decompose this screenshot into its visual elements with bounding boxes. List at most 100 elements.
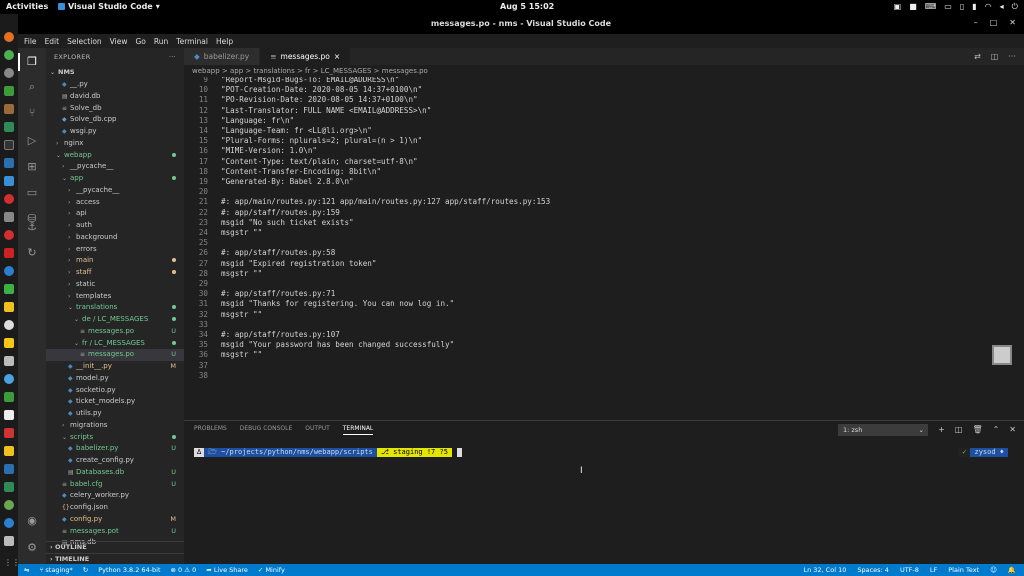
app-icon[interactable] [4, 356, 14, 366]
remote-explorer-icon[interactable]: ▭ [25, 186, 39, 200]
activities-button[interactable]: Activities [6, 2, 48, 11]
remote-icon[interactable]: ⇋ [24, 564, 29, 576]
battery-icon[interactable]: ▮ [972, 2, 976, 12]
folder-item[interactable]: ⌄ webapp [46, 150, 184, 162]
folder-item[interactable]: ⌄ app [46, 173, 184, 185]
tab-babelizer[interactable]: ◆ babelizer.py [184, 48, 261, 65]
code-line[interactable]: 28 msgstr "" [184, 269, 262, 279]
file-item[interactable]: ◆ celery_worker.py [46, 490, 184, 502]
compare-icon[interactable]: ⇄ [974, 52, 981, 61]
feedback-icon[interactable]: ☺ [990, 564, 997, 576]
encoding[interactable]: UTF-8 [900, 564, 919, 576]
tab-terminal[interactable]: TERMINAL [342, 425, 374, 435]
cursor-position[interactable]: Ln 32, Col 10 [803, 564, 846, 576]
wifi-icon[interactable]: ◠ [985, 2, 992, 12]
app-icon[interactable] [4, 248, 14, 258]
printer-icon[interactable]: ▣ [894, 2, 902, 12]
file-item[interactable]: ▤ david.db [46, 91, 184, 103]
volume-icon[interactable]: ◂ [1000, 2, 1004, 12]
code-line[interactable]: 32 msgstr "" [184, 310, 262, 320]
menu-view[interactable]: View [110, 37, 128, 46]
code-line[interactable]: 21 #: app/main/routes.py:121 app/main/rou… [184, 197, 550, 207]
code-line[interactable]: 37 [184, 361, 208, 371]
split-terminal-icon[interactable]: ◫ [955, 425, 963, 434]
terminal-selector[interactable]: 1: zsh ⌄ [838, 424, 928, 436]
tab-output[interactable]: OUTPUT [305, 425, 329, 435]
code-line[interactable]: 22 #: app/staff/routes.py:159 [184, 208, 340, 218]
folder-item[interactable]: ⌄ translations [46, 302, 184, 314]
code-line[interactable]: 26 #: app/staff/routes.py:58 [184, 248, 335, 258]
code-line[interactable]: 18 "Content-Transfer-Encoding: 8bit\n" [184, 167, 381, 177]
file-item[interactable]: ◆ __.py [46, 79, 184, 91]
code-line[interactable]: 38 [184, 371, 208, 381]
menu-help[interactable]: Help [216, 37, 233, 46]
folder-item[interactable]: › migrations [46, 420, 184, 432]
code-line[interactable]: 9 "Report-Msgid-Bugs-To: EMAIL@ADDRESS\n" [184, 77, 399, 85]
code-line[interactable]: 25 [184, 238, 208, 248]
code-line[interactable]: 12 "Last-Translator: FULL NAME <EMAIL@ADD… [184, 106, 431, 116]
app-icon[interactable] [4, 518, 14, 528]
folder-item[interactable]: › __pycache__ [46, 185, 184, 197]
folder-item[interactable]: ⌄ de / LC_MESSAGES [46, 314, 184, 326]
keyboard-icon[interactable]: ⌨ [925, 2, 937, 12]
menu-file[interactable]: File [24, 37, 37, 46]
split-editor-icon[interactable]: ◫ [991, 52, 999, 61]
indentation[interactable]: Spaces: 4 [857, 564, 889, 576]
power-icon[interactable]: ⏻ [1012, 2, 1018, 12]
folder-item[interactable]: › errors [46, 244, 184, 256]
file-item[interactable]: ◆ model.py [46, 373, 184, 385]
live-share[interactable]: ➦ Live Share [206, 564, 248, 576]
settings-icon[interactable] [4, 68, 14, 78]
code-line[interactable]: 13 "Language: fr\n" [184, 116, 294, 126]
file-item[interactable]: ▤ Databases.db U [46, 467, 184, 479]
folder-item[interactable]: › templates [46, 291, 184, 303]
more-actions-icon[interactable]: ··· [169, 53, 176, 61]
folder-item[interactable]: › access [46, 197, 184, 209]
folder-item[interactable]: › nginx [46, 138, 184, 150]
clock[interactable]: Aug 5 15:02 [500, 2, 554, 11]
workspace-root[interactable]: ⌄ NMS [46, 67, 184, 79]
code-line[interactable]: 33 [184, 320, 208, 330]
run-debug-icon[interactable]: ▷ [25, 134, 39, 148]
system-tray[interactable]: ▣ ■ ⌨ ▭ ▯ ▮ ◠ ◂ ⏻ [894, 2, 1018, 12]
code-line[interactable]: 27 msgid "Expired registration token" [184, 259, 377, 269]
minimap-preview-icon[interactable] [992, 345, 1012, 365]
folder-item[interactable]: › main [46, 255, 184, 267]
python-interpreter[interactable]: Python 3.8.2 64-bit [98, 564, 160, 576]
code-line[interactable]: 19 "Generated-By: Babel 2.8.0\n" [184, 177, 354, 187]
minify[interactable]: ✓ Minify [258, 564, 285, 576]
file-item[interactable]: ◆ create_config.py [46, 455, 184, 467]
code-line[interactable]: 31 msgid "Thanks for registering. You can… [184, 299, 454, 309]
manage-gear-icon[interactable]: ⚙ [25, 541, 39, 555]
app-icon[interactable] [4, 320, 14, 330]
file-item[interactable]: ≡ messages.po U [46, 326, 184, 338]
app-icon[interactable] [4, 392, 14, 402]
folder-item[interactable]: › auth [46, 220, 184, 232]
app-icon[interactable] [4, 266, 14, 276]
app-icon[interactable] [4, 482, 14, 492]
file-item[interactable]: ◆ config.py M [46, 514, 184, 526]
file-item[interactable]: ◆ socketio.py [46, 385, 184, 397]
folder-item[interactable]: › static [46, 279, 184, 291]
trash-icon[interactable]: 🗑 [972, 425, 982, 434]
file-item[interactable]: ≡ babel.cfg U [46, 479, 184, 491]
menu-run[interactable]: Run [154, 37, 168, 46]
files-icon[interactable] [4, 104, 14, 114]
notifications-icon[interactable]: 🔔 [1008, 564, 1016, 576]
folder-item[interactable]: ⌄ scripts [46, 432, 184, 444]
terminal-cursor[interactable] [456, 448, 462, 457]
file-item[interactable]: ◆ utils.py [46, 408, 184, 420]
code-line[interactable]: 10 "POT-Creation-Date: 2020-08-05 14:37+0… [184, 85, 422, 95]
app-icon[interactable] [4, 158, 14, 168]
code-line[interactable]: 15 "Plural-Forms: nplurals=2; plural=(n >… [184, 136, 422, 146]
file-item[interactable]: ◆ babelizer.py U [46, 443, 184, 455]
code-line[interactable]: 24 msgstr "" [184, 228, 262, 238]
end-of-line[interactable]: LF [930, 564, 937, 576]
file-item[interactable]: ◆ Solve_db.cpp [46, 114, 184, 126]
file-item[interactable]: {}config.json [46, 502, 184, 514]
folder-item[interactable]: › api [46, 208, 184, 220]
close-tab-icon[interactable]: × [334, 52, 340, 61]
live-share-icon[interactable]: ↻ [25, 246, 39, 260]
app-icon[interactable] [4, 536, 14, 546]
code-line[interactable]: 11 "PO-Revision-Date: 2020-08-05 14:37+01… [184, 95, 418, 105]
